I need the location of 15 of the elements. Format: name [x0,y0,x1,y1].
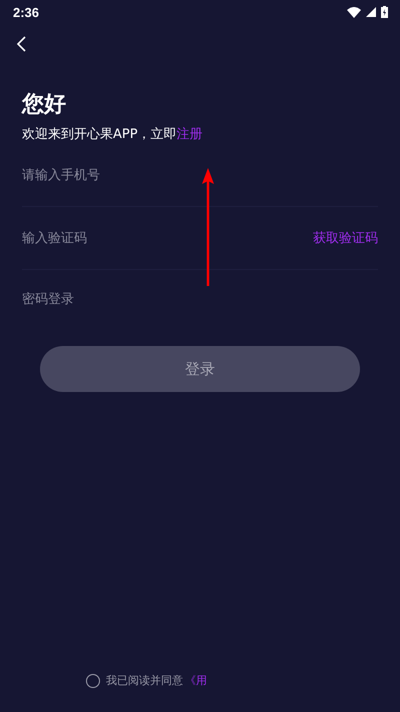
welcome-text: 欢迎来到开心果APP，立即 [22,127,177,142]
signal-icon [366,7,376,17]
input-field[interactable]: 输入验证码 [22,230,313,246]
input-field[interactable]: 请输入手机号 [22,168,378,182]
agreement-link[interactable]: 《用 [185,673,207,688]
greeting-title: 您好 [22,92,67,118]
wifi-icon [347,6,361,18]
register-link[interactable]: 注册 [176,127,203,142]
password-login-link[interactable]: 密码登录 [22,290,74,308]
get-code-link[interactable]: 获取验证码 [313,229,378,247]
back-icon[interactable] [16,36,26,52]
agreement-text: 我已阅读并同意 [106,673,183,688]
status-time: 2:36 [13,4,40,20]
battery-icon [381,6,388,18]
agreement-checkbox[interactable] [86,674,100,688]
